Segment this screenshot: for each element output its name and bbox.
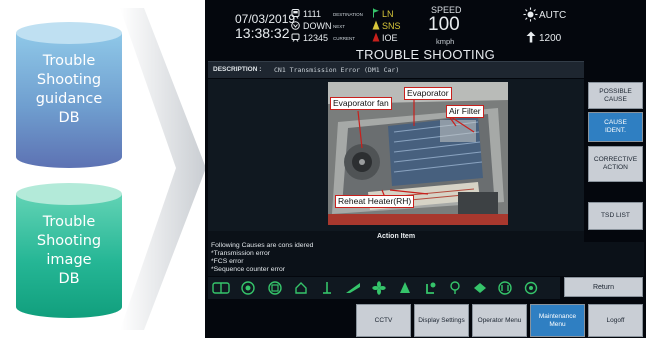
destination-flag-icon xyxy=(373,8,379,18)
car-icon xyxy=(291,33,300,42)
description-label: DESCRIPTION : xyxy=(213,66,262,73)
image-database-icon: Trouble Shooting image DB xyxy=(16,183,122,318)
cctv-button[interactable]: CCTV xyxy=(356,304,411,337)
operator-menu-button[interactable]: Operator Menu xyxy=(472,304,527,337)
air-spring-icon[interactable] xyxy=(290,279,312,297)
image-viewer: Evaporator fan Evaporator Air Filter Reh… xyxy=(208,79,584,231)
image-database-label: Trouble Shooting image DB xyxy=(36,214,102,287)
ventilation-icon[interactable] xyxy=(342,279,364,297)
destination-station: LN xyxy=(382,9,394,19)
tsd-list-button[interactable]: TSD LIST xyxy=(588,202,643,230)
car-number: 12345 xyxy=(303,33,329,43)
action-item-text: Following Causes are cons idered *Transm… xyxy=(208,242,644,276)
next-station: SNS xyxy=(382,21,401,31)
action-line: *Sequence counter error xyxy=(211,266,286,273)
display-settings-button[interactable]: Display Settings xyxy=(414,304,469,337)
train-icon xyxy=(291,9,300,19)
air-filter-callout: Air Filter xyxy=(446,105,484,118)
status-icon-row xyxy=(208,277,560,299)
time-display: 13:38:32 xyxy=(235,25,290,41)
flow-arrow xyxy=(120,8,206,330)
speed-value: 100 xyxy=(428,14,460,35)
pantograph-icon[interactable] xyxy=(316,279,338,297)
action-item-title: Action Item xyxy=(208,231,584,242)
action-line: *Transmission error xyxy=(211,250,271,257)
corrective-action-button[interactable]: CORRECTIVE ACTION xyxy=(588,146,643,182)
mode-value: AUTC xyxy=(539,10,567,21)
compressor-icon[interactable] xyxy=(264,279,286,297)
page-title: TROUBLE SHOOTING xyxy=(355,47,496,62)
brake-icon[interactable] xyxy=(237,279,259,297)
return-button[interactable]: Return xyxy=(564,277,643,297)
guidance-database-icon: Trouble Shooting guidance DB xyxy=(16,22,122,168)
power-value: 1200 xyxy=(539,33,562,44)
current-station: IOE xyxy=(382,33,398,43)
guidance-database-label: Trouble Shooting guidance DB xyxy=(35,53,103,126)
fire-icon[interactable] xyxy=(394,279,416,297)
propulsion-icon[interactable] xyxy=(494,279,516,297)
fan-icon[interactable] xyxy=(368,279,390,297)
horn-icon[interactable] xyxy=(469,279,491,297)
maintenance-menu-button[interactable]: Maintenance Menu xyxy=(530,304,585,337)
destination-label: DESTINATION xyxy=(333,12,363,17)
door-icon[interactable] xyxy=(210,279,232,297)
next-label: NEXT xyxy=(333,24,346,29)
cause-ident-button[interactable]: CAUSE IDENT. xyxy=(588,112,643,142)
direction-value: DOWN xyxy=(303,21,332,31)
location-icon[interactable] xyxy=(444,279,466,297)
evaporator-callout: Evaporator xyxy=(404,87,452,100)
description-value: CN1 Transmission Error (DM1 Car) xyxy=(274,66,400,74)
possible-cause-button[interactable]: POSSIBLE CAUSE xyxy=(588,82,643,109)
direction-icon xyxy=(291,21,300,30)
action-line: *FCS error xyxy=(211,258,244,265)
current-label: CURRENT xyxy=(333,36,355,41)
light-icon[interactable] xyxy=(520,279,542,297)
action-line: Following Causes are cons idered xyxy=(211,242,314,249)
hvac-unit-photo[interactable]: Evaporator fan Evaporator Air Filter Reh… xyxy=(328,82,508,225)
autc-sun-icon xyxy=(523,7,538,22)
evaporator-fan-callout: Evaporator fan xyxy=(330,97,392,110)
logoff-button[interactable]: Logoff xyxy=(588,304,643,337)
speed-unit: kmph xyxy=(436,37,455,46)
current-station-icon xyxy=(372,32,380,42)
date-display: 07/03/2019 xyxy=(235,12,296,26)
power-arrow-icon xyxy=(526,31,536,43)
next-station-icon xyxy=(372,20,380,30)
power-icon[interactable] xyxy=(419,279,441,297)
train-number: 1111 xyxy=(303,9,322,19)
reheat-heater-callout: Reheat Heater(RH) xyxy=(335,195,415,208)
status-header: 07/03/2019 13:38:32 1111 DOWN 12345 DEST… xyxy=(205,0,646,50)
description-bar: DESCRIPTION : CN1 Transmission Error (DM… xyxy=(208,61,584,78)
train-display-screen: 07/03/2019 13:38:32 1111 DOWN 12345 DEST… xyxy=(205,0,646,338)
